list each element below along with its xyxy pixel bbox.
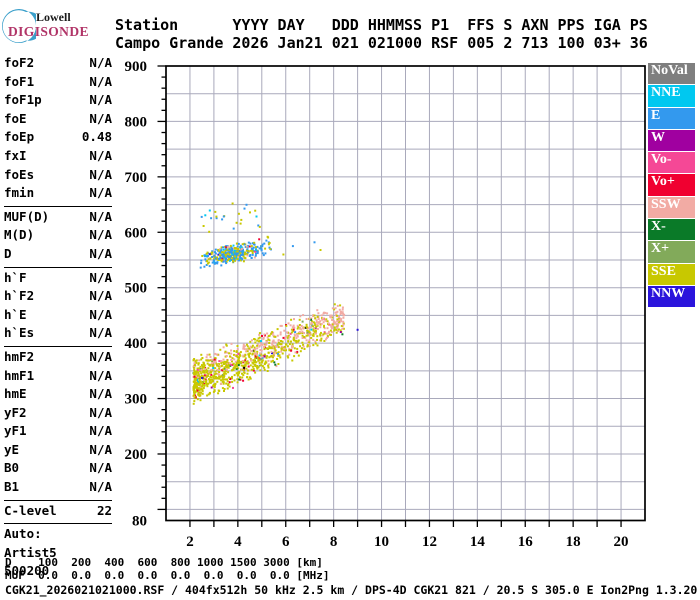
x-tick-label-14: 14 [470, 534, 486, 550]
y-tick-label-400: 400 [125, 336, 148, 352]
x-tick-label-2: 2 [186, 534, 194, 550]
legend-item-vo: Vo- [648, 152, 695, 174]
legend-item-vo: Vo+ [648, 174, 695, 196]
y-tick-label-300: 300 [125, 392, 148, 408]
distance-scale-row: D 100 200 400 600 800 1000 1500 3000 [km… [5, 556, 323, 569]
axis-labels: 2 4 6 8 10 12 14 16 18 20 900 800 700 600 500 400 300 200… [125, 59, 629, 550]
legend-item-e: E [648, 107, 695, 129]
y-tick-label-700: 700 [125, 170, 148, 186]
y-tick-label-500: 500 [125, 281, 148, 297]
x-tick-label-20: 20 [614, 534, 629, 550]
y-tick-label-800: 800 [125, 114, 148, 130]
legend-item-x: X- [648, 219, 695, 241]
legend-item-ssw: SSW [648, 196, 695, 219]
legend-item-x: X+ [648, 241, 695, 263]
muf-values-row: MUF 0.0 0.0 0.0 0.0 0.0 0.0 0.0 0.0 [MHz… [5, 569, 330, 582]
ionogram-chart: 2 4 6 8 10 12 14 16 18 20 900 800 700 600 500 400 300 200… [125, 59, 646, 550]
y-tick-label-600: 600 [125, 225, 148, 241]
x-tick-label-12: 12 [422, 534, 437, 550]
x-tick-label-8: 8 [330, 534, 338, 550]
x-tick-label-18: 18 [566, 534, 581, 550]
x-tick-label-16: 16 [518, 534, 534, 550]
axis-ticks [157, 65, 622, 527]
legend-item-nnw: NNW [648, 285, 695, 308]
y-tick-label-80: 80 [132, 514, 147, 530]
x-tick-label-4: 4 [234, 534, 242, 550]
legend-item-w: W [648, 129, 695, 152]
direction-color-legend: NoVal NNE E W Vo- Vo+ SSW X- X+ SSE NNW [648, 63, 695, 308]
y-tick-label-900: 900 [125, 59, 148, 75]
y-tick-label-200: 200 [125, 447, 148, 463]
x-tick-label-10: 10 [374, 534, 389, 550]
legend-item-nne: NNE [648, 85, 695, 107]
legend-item-sse: SSE [648, 263, 695, 285]
legend-item-noval: NoVal [648, 63, 695, 85]
file-info-line: CGK21_2026021021000.RSF / 404fx512h 50 k… [5, 583, 698, 597]
grid-lines [166, 66, 645, 521]
x-tick-label-6: 6 [282, 534, 290, 550]
